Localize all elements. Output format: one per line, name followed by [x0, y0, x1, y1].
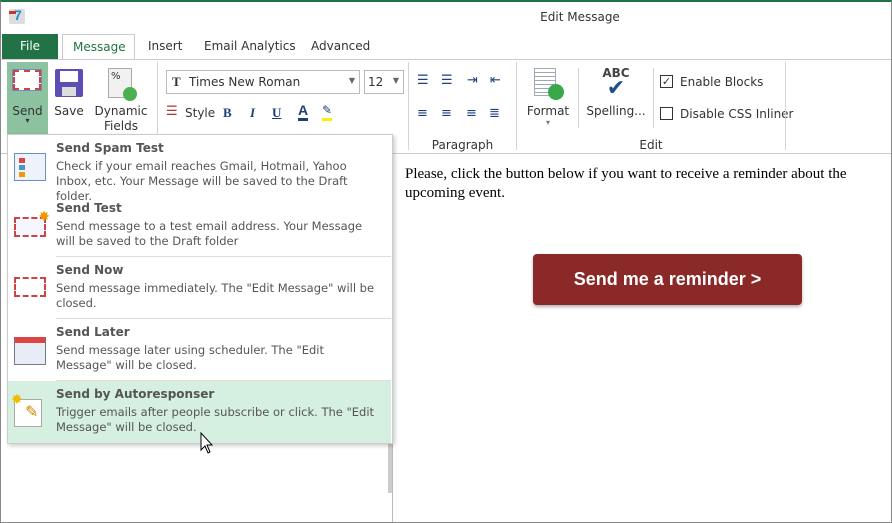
- menu-item-send-later[interactable]: Send Later Send message later using sche…: [8, 319, 391, 381]
- font-color-button[interactable]: A: [298, 103, 309, 121]
- tab-message[interactable]: Message: [62, 34, 135, 60]
- app-logo-icon: 7: [9, 7, 25, 24]
- tab-email-analytics[interactable]: Email Analytics: [194, 34, 306, 59]
- send-reminder-button[interactable]: Send me a reminder >: [533, 254, 802, 305]
- justify-icon[interactable]: ≣: [489, 106, 500, 121]
- menu-item-title: Send Test: [56, 201, 122, 215]
- editor-body-text[interactable]: Please, click the button below if you wa…: [405, 165, 885, 203]
- style-list-icon: ☰: [166, 104, 178, 119]
- align-center-icon[interactable]: ≡: [441, 106, 452, 121]
- font-name-select[interactable]: T Times New Roman ▼: [166, 70, 360, 94]
- chevron-down-icon: ▼: [392, 76, 399, 85]
- font-name-value: Times New Roman: [189, 75, 301, 89]
- envelope-star-icon: ✸: [14, 209, 50, 237]
- edit-group-label: Edit: [639, 138, 663, 152]
- button-separator: [578, 68, 579, 128]
- menu-item-desc: Send message later using scheduler. The …: [56, 343, 325, 372]
- paragraph-group-label: Paragraph: [431, 138, 494, 152]
- increase-indent-icon[interactable]: ⇥: [467, 73, 478, 88]
- enable-blocks-label: Enable Blocks: [680, 75, 764, 89]
- style-button[interactable]: ☰ Style: [166, 104, 216, 124]
- align-left-icon[interactable]: ≡: [417, 106, 428, 121]
- save-button[interactable]: Save: [52, 66, 86, 122]
- spelling-label: Spelling...: [586, 104, 646, 118]
- menu-item-title: Send by Autoresponser: [56, 387, 215, 401]
- disable-css-inliner-checkbox[interactable]: [660, 107, 673, 120]
- menu-item-desc: Send message to a test email address. Yo…: [56, 219, 363, 248]
- chevron-down-icon: ▾: [25, 116, 30, 125]
- align-right-icon[interactable]: ≡: [466, 106, 477, 121]
- disable-css-inliner-label: Disable CSS Inliner: [680, 107, 794, 121]
- format-label: Format: [526, 104, 570, 118]
- envelope-fast-icon: [14, 277, 46, 297]
- menu-item-send-now[interactable]: Send Now Send message immediately. The "…: [8, 257, 391, 319]
- spelling-button[interactable]: ABC ✔ Spelling...: [585, 66, 647, 120]
- numbered-list-icon[interactable]: ☰: [417, 73, 429, 88]
- menu-item-title: Send Now: [56, 263, 124, 277]
- menu-item-send-spam-test[interactable]: Send Spam Test Check if your email reach…: [8, 135, 391, 203]
- chevron-down-icon: ▼: [348, 76, 355, 85]
- save-label: Save: [54, 104, 84, 118]
- group-separator: [408, 62, 409, 150]
- ribbon-top-border: [1, 59, 891, 60]
- chevron-down-icon: ▾: [545, 118, 550, 127]
- window-title: Edit Message: [540, 10, 620, 24]
- button-separator: [653, 68, 654, 128]
- font-size-value: 12: [368, 75, 384, 89]
- group-separator: [785, 62, 786, 150]
- checkmark-icon: ✔: [606, 76, 626, 101]
- bold-button[interactable]: B: [223, 105, 232, 121]
- highlight-pen-icon[interactable]: ✎: [322, 103, 333, 121]
- tab-insert[interactable]: Insert: [138, 34, 192, 59]
- tab-file[interactable]: File: [2, 34, 58, 59]
- enable-blocks-checkbox[interactable]: ✓: [660, 75, 673, 88]
- tab-advanced[interactable]: Advanced: [301, 34, 380, 59]
- format-document-icon: [534, 68, 564, 100]
- dynamic-fields-label: Dynamic Fields: [94, 104, 148, 133]
- decrease-indent-icon[interactable]: ⇤: [490, 73, 501, 88]
- italic-button[interactable]: I: [250, 105, 255, 121]
- menu-item-desc: Trigger emails after people subscribe or…: [56, 405, 375, 434]
- calendar-icon: [14, 337, 46, 365]
- font-size-select[interactable]: 12 ▼: [364, 70, 404, 94]
- mouse-cursor-icon: [200, 432, 214, 454]
- floppy-disk-icon: [55, 69, 83, 97]
- pencil-spark-icon: ✸ ✎: [11, 392, 42, 427]
- menu-item-send-test[interactable]: ✸ Send Test Send message to a test email…: [8, 195, 391, 257]
- font-type-icon: T: [172, 74, 181, 89]
- dynamic-fields-button[interactable]: % Dynamic Fields: [92, 66, 150, 134]
- menu-item-desc: Send message immediately. The "Edit Mess…: [56, 281, 375, 310]
- checklist-icon: [14, 153, 46, 181]
- send-button[interactable]: Send ▾: [7, 62, 48, 134]
- underline-button[interactable]: U: [272, 105, 281, 121]
- envelope-icon: [12, 69, 42, 91]
- style-label: Style: [185, 106, 216, 120]
- menu-item-title: Send Spam Test: [56, 141, 164, 155]
- format-button[interactable]: Format ▾: [524, 66, 572, 130]
- bullet-list-icon[interactable]: ☰: [441, 73, 453, 88]
- group-separator: [516, 62, 517, 150]
- document-percent-icon: %: [108, 68, 137, 101]
- menu-item-title: Send Later: [56, 325, 130, 339]
